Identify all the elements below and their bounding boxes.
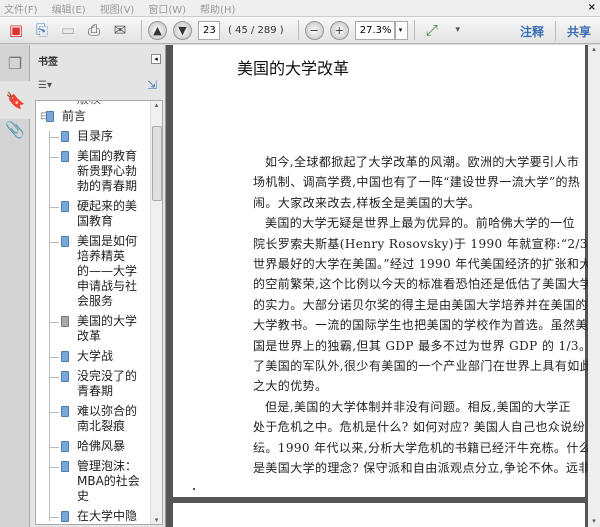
comment-button[interactable]: 注释 xyxy=(520,23,544,40)
bookmark-icon xyxy=(61,461,69,472)
document-scrollbar[interactable]: ▴ ▾ xyxy=(588,45,600,527)
speck xyxy=(193,488,195,490)
tree-branch xyxy=(49,242,59,243)
divider xyxy=(413,20,415,40)
menu-help[interactable]: 帮助(H) xyxy=(200,1,235,16)
bookmark-icon xyxy=(46,111,54,122)
menu-window[interactable]: 窗口(W) xyxy=(148,1,186,16)
create-pdf-icon[interactable]: ▣ xyxy=(5,19,27,41)
text-line: 场机制、调高学费,中国也有了一阵“建设世界一流大学”的热 xyxy=(253,175,581,190)
bookmark-icon xyxy=(61,441,69,452)
tree-branch xyxy=(49,467,59,468)
menu-edit[interactable]: 编辑(E) xyxy=(52,1,86,16)
expand-bookmark-icon[interactable]: ⇲ xyxy=(147,78,157,92)
zoom-input[interactable]: 27.3% xyxy=(354,20,395,40)
text-line: 的空前繁荣,这个比例以今天的标准看恐怕还是低估了美国大学 xyxy=(253,277,593,292)
next-page-button[interactable]: ▼ xyxy=(173,20,192,40)
bookmark-icon xyxy=(61,406,69,417)
text-line: 国是世界上的独霸,但其 GDP 最多不过为世界 GDP 的 1/3。除 xyxy=(253,338,600,353)
menu-file[interactable]: 文件(F) xyxy=(4,1,38,16)
text-line: 但是,美国的大学体制并非没有问题。相反,美国的大学正 xyxy=(265,399,572,414)
prev-page-button[interactable]: ▲ xyxy=(148,20,167,40)
options-menu-icon[interactable]: ☰▾ xyxy=(38,80,52,91)
page-number-input[interactable]: 23 xyxy=(198,20,220,40)
save-icon[interactable]: ▭ xyxy=(57,19,79,41)
open-icon[interactable]: ⎘ xyxy=(31,19,53,41)
zoom-in-button[interactable]: + xyxy=(329,20,349,40)
bookmark-icon xyxy=(61,371,69,382)
tree-branch xyxy=(49,517,59,518)
tree-branch xyxy=(49,322,59,323)
bookmark-tree: 版权⊟前言目录序美国的教育新贵野心勃勃的青春期硬起来的美国教育美国是如何培养精英… xyxy=(35,100,163,525)
menu-view[interactable]: 视图(V) xyxy=(100,1,135,16)
divider xyxy=(141,20,142,40)
navigation-strip: ❐ 🔖 📎 xyxy=(0,45,31,527)
text-line: 的实力。大部分诺贝尔奖的得主是由美国大学培养并在美国的 xyxy=(253,297,588,312)
print-icon[interactable]: ⎙ xyxy=(83,19,105,41)
menu-bar: 文件(F) 编辑(E) 视图(V) 窗口(W) 帮助(H) × xyxy=(0,0,600,16)
bookmark-icon xyxy=(61,151,69,162)
bookmark-item[interactable]: ⊟ 前言 xyxy=(40,109,154,124)
bookmark-icon xyxy=(61,201,69,212)
attachments-icon[interactable]: 📎 xyxy=(4,117,26,141)
tree-line xyxy=(49,131,50,521)
scrollbar-thumb[interactable] xyxy=(152,126,162,201)
bookmark-icon xyxy=(61,236,69,247)
tree-branch xyxy=(49,137,59,138)
bookmark-scrollbar[interactable]: ▴ ▾ xyxy=(150,101,162,524)
pages-icon[interactable]: ❐ xyxy=(4,51,26,75)
document-title: 美国的大学改革 xyxy=(237,59,350,78)
divider xyxy=(555,21,556,41)
pdf-page: 美国的大学改革 如今,全球都掀起了大学改革的风潮。欧洲的大学要引人市场机制、调高… xyxy=(173,45,600,497)
document-view: 美国的大学改革 如今,全球都掀起了大学改革的风潮。欧洲的大学要引人市场机制、调高… xyxy=(166,45,600,527)
bookmark-icon xyxy=(61,511,69,522)
email-icon[interactable]: ✉ xyxy=(109,19,131,41)
page-count: ( 45 / 289 ) xyxy=(228,24,284,36)
panel-title: 书签 xyxy=(38,57,58,68)
share-button[interactable]: 共享 xyxy=(567,23,591,40)
tree-branch xyxy=(49,447,59,448)
fullscreen-icon[interactable]: ⤢ xyxy=(421,19,443,41)
more-tools-icon[interactable]: ▾ xyxy=(447,19,469,41)
text-line: 是美国大学的理念? 保守派和自由派观点分立,争论不休。远非 xyxy=(253,461,591,475)
bookmark-label: 前言 xyxy=(62,109,87,123)
text-line: 之大的优势。 xyxy=(253,379,328,394)
zoom-out-button[interactable]: − xyxy=(304,20,324,40)
zoom-dropdown-icon[interactable]: ▾ xyxy=(394,20,408,40)
text-line: 了美国的军队外,很少有美国的一个产业部门在世界上具有如此 xyxy=(253,359,593,373)
pdf-page-next xyxy=(173,503,585,527)
close-icon[interactable]: × xyxy=(588,2,596,13)
tree-branch xyxy=(49,207,59,208)
tree-branch xyxy=(49,157,59,158)
divider xyxy=(297,20,299,40)
bookmarks-icon[interactable]: 🔖 xyxy=(0,81,31,119)
bookmark-icon xyxy=(61,316,69,327)
text-line: 如今,全球都掀起了大学改革的风潮。欧洲的大学要引人市 xyxy=(265,155,580,169)
text-line: 美国的大学无疑是世界上最为优异的。前哈佛大学的一位 xyxy=(265,216,576,231)
tree-branch xyxy=(49,412,59,413)
text-line: 纭。1990 年代以来,分析大学危机的书籍已经汗牛充栋。什么 xyxy=(253,440,592,455)
text-line: 世界最好的大学在美国。”经过 1990 年代美国经济的扩张和大学 xyxy=(253,257,600,271)
text-line: 院长罗索夫斯基(Henry Rosovsky)于 1990 年就宣称:“2/3 … xyxy=(253,236,600,251)
text-line: 大学教书。一流的国际学生也把美国的学校作为首选。虽然美 xyxy=(253,318,588,333)
bookmarks-panel: 书签 ◂ ☰▾ ⇲ 版权⊟前言目录序美国的教育新贵野心勃勃的青春期硬起来的美国教… xyxy=(30,45,166,527)
tree-branch xyxy=(49,357,59,358)
toolbar: ▣ ⎘ ▭ ⎙ ✉ ▲ ▼ 23 ( 45 / 289 ) − + 27.3% … xyxy=(0,16,600,44)
text-line: 处于危机之中。危机是什么? 如何对应? 美国人自己也众说纷 xyxy=(253,420,586,435)
text-line: 闹。大家改来改去,样板全是美国的大学。 xyxy=(253,195,481,210)
bookmark-icon xyxy=(61,351,69,362)
tree-branch xyxy=(49,377,59,378)
bookmark-icon xyxy=(61,131,69,142)
collapse-panel-button[interactable]: ◂ xyxy=(151,54,161,64)
